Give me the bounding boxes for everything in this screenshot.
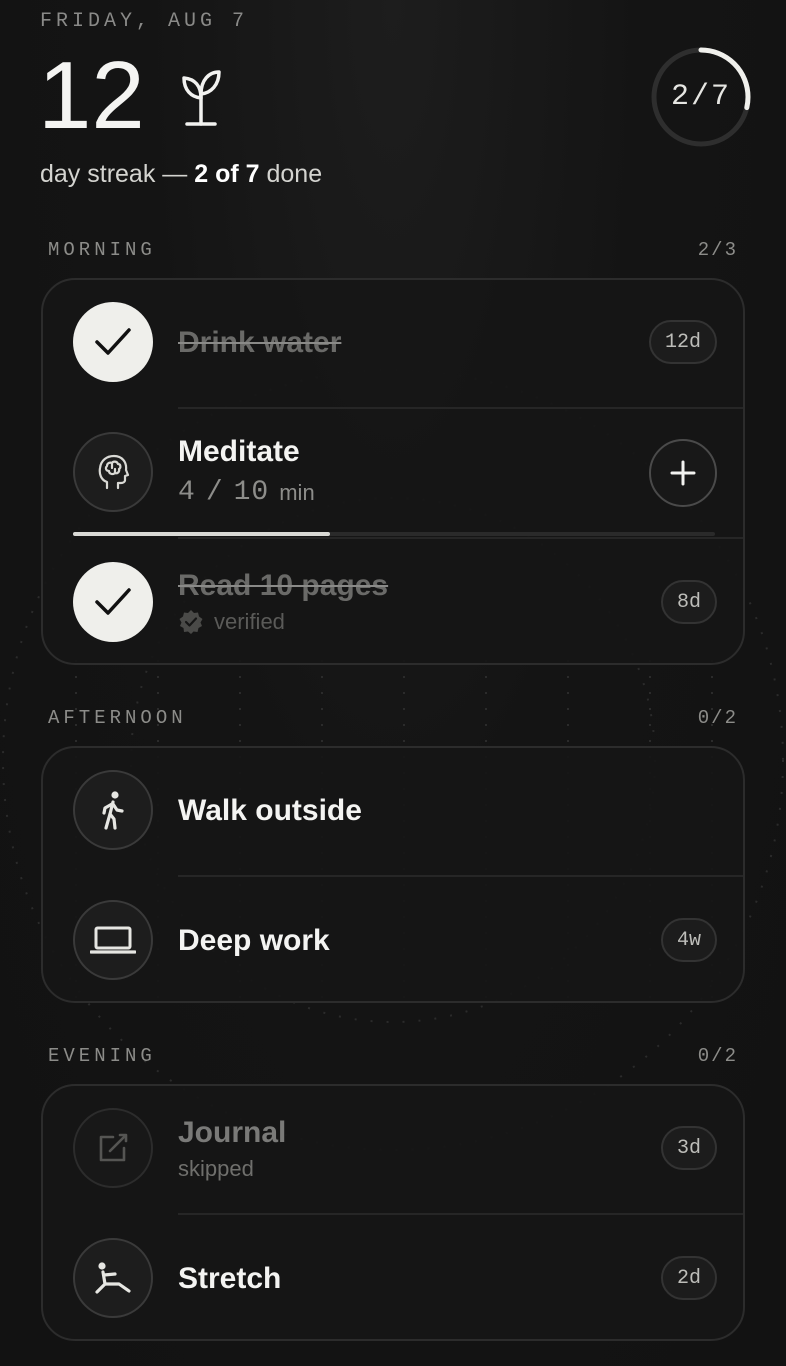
habit-check-button[interactable] [73, 562, 153, 642]
laptop-icon [90, 926, 136, 954]
morning-card: Drink water 12d Meditate 4 / 10 min Read… [41, 278, 745, 665]
streak-badge: 4w [660, 918, 717, 962]
brain-icon [98, 454, 130, 490]
habit-icon-button[interactable] [73, 1108, 153, 1188]
plus-icon [670, 460, 696, 486]
verified-badge-icon [179, 610, 203, 634]
habit-check-button[interactable] [73, 302, 153, 382]
progress-current: 4 [178, 477, 196, 508]
habit-row-deep-work[interactable]: Deep work 4w [43, 877, 743, 1001]
meditate-progress-text: 4 / 10 min [178, 477, 315, 508]
habit-title: Journal [178, 1116, 287, 1149]
afternoon-card: Walk outside Deep work 4w [41, 746, 745, 1003]
section-morning-label: MORNING [48, 239, 156, 261]
habit-row-journal[interactable]: Journal skipped 3d [43, 1086, 743, 1214]
progress-unit: min [279, 479, 315, 505]
habit-row-walk[interactable]: Walk outside [43, 748, 743, 876]
check-icon [95, 588, 131, 615]
streak-header: 12 [38, 48, 223, 144]
streak-badge: 3d [660, 1126, 717, 1170]
sprout-icon [182, 70, 221, 126]
stretch-icon [95, 1262, 131, 1294]
streak-count: 12 [38, 42, 145, 149]
habit-title: Drink water [178, 326, 342, 359]
streak-done-count: 2 of 7 [194, 160, 260, 188]
streak-badge: 8d [660, 580, 717, 624]
habit-icon-button[interactable] [73, 900, 153, 980]
habit-row-read[interactable]: Read 10 pages verified 8d [43, 539, 743, 663]
streak-badge: 2d [660, 1256, 717, 1300]
check-icon [95, 328, 131, 355]
streak-badge: 12d [648, 320, 717, 364]
verified-label: verified [214, 609, 285, 634]
add-progress-button[interactable] [649, 439, 717, 507]
habit-icon-button[interactable] [73, 1238, 153, 1318]
section-evening-count: 0/2 [697, 1045, 738, 1067]
habit-icon-button[interactable] [73, 432, 153, 512]
habit-title: Stretch [178, 1262, 282, 1295]
progress-fill [73, 532, 330, 536]
habit-title: Meditate [178, 435, 300, 468]
date-label: FRIDAY, AUG 7 [40, 10, 249, 33]
section-morning-count: 2/3 [697, 239, 738, 261]
habit-row-drink-water[interactable]: Drink water 12d [43, 280, 743, 408]
progress-separator: / [205, 477, 224, 508]
section-evening-label: EVENING [48, 1045, 156, 1067]
journal-icon [99, 1133, 128, 1162]
streak-summary: day streak — 2 of 7 done [40, 160, 322, 189]
habit-row-stretch[interactable]: Stretch 2d [43, 1215, 743, 1339]
streak-suffix: done [259, 160, 323, 188]
habit-title: Walk outside [178, 794, 362, 827]
walking-icon [102, 791, 124, 830]
meditate-progress-bar [73, 532, 715, 536]
habit-title: Deep work [178, 924, 330, 957]
section-afternoon-label: AFTERNOON [48, 707, 187, 729]
skipped-label: skipped [178, 1156, 254, 1181]
habit-title: Read 10 pages [178, 569, 389, 602]
section-afternoon-count: 0/2 [697, 707, 738, 729]
habit-icon-button[interactable] [73, 770, 153, 850]
habit-row-meditate[interactable]: Meditate 4 / 10 min [43, 409, 743, 537]
evening-card: Journal skipped 3d Stretch 2d [41, 1084, 745, 1341]
daily-progress-label: 2/7 [670, 80, 731, 114]
progress-target: 10 [233, 477, 270, 508]
verified-tag: verified [178, 609, 285, 635]
streak-prefix: day streak — [40, 160, 195, 188]
